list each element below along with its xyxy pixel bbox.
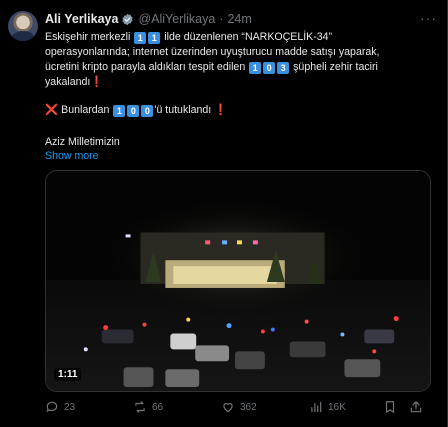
keycap-digit: 0	[263, 62, 276, 74]
video-player[interactable]: 1:11	[45, 170, 431, 392]
keycap-digit: 0	[141, 105, 154, 117]
author-handle[interactable]: @AliYerlikaya	[138, 12, 215, 26]
like-button[interactable]: 362	[221, 400, 257, 414]
exclamation-icon: ❗	[214, 104, 228, 116]
bookmark-icon	[385, 401, 395, 413]
text-line4: yakalandı	[45, 76, 91, 88]
more-icon[interactable]: ···	[420, 10, 437, 26]
text-line1-b: ilde düzenlenen “NARKOÇELİK-34”	[164, 31, 333, 43]
keycap-digit: 1	[148, 32, 161, 44]
tweet-signature: Aziz Milletimizin	[45, 136, 120, 148]
bookmark-button[interactable]	[383, 400, 397, 414]
text-line3-a: ücretini kripto parayla aldıkları tespit…	[45, 61, 246, 73]
views-count: 16K	[328, 401, 346, 413]
views-icon	[311, 401, 322, 413]
repost-icon	[135, 401, 145, 413]
tweet-text: Eskişehir merkezli 11 ilde düzenlenen “N…	[45, 30, 437, 90]
verified-badge-icon	[122, 13, 134, 25]
author-display-name[interactable]: Ali Yerlikaya	[45, 12, 118, 26]
keycap-digit: 0	[127, 105, 140, 117]
avatar[interactable]	[8, 11, 38, 41]
like-icon	[223, 403, 233, 413]
tweet-timestamp[interactable]: 24m	[227, 12, 251, 26]
repost-count: 66	[152, 401, 164, 413]
reply-count: 23	[64, 401, 76, 413]
video-duration: 1:11	[54, 368, 82, 381]
tweet-header: Ali Yerlikaya @AliYerlikaya · 24m	[45, 11, 252, 27]
views-button[interactable]: 16K	[309, 400, 346, 414]
reply-button[interactable]: 23	[45, 400, 75, 414]
share-button[interactable]	[409, 400, 423, 414]
arrest-line: ❌ Bunlardan 1 0 0'ü tutuklandı ❗	[45, 103, 227, 117]
cross-mark-icon: ❌	[45, 104, 59, 116]
video-thumbnail	[46, 171, 430, 391]
tweet-card[interactable]: Ali Yerlikaya @AliYerlikaya · 24m ··· Es…	[0, 0, 448, 427]
text-line2: operasyonlarında; internet üzerinden uyu…	[45, 46, 380, 58]
share-icon	[410, 401, 422, 413]
keycap-digit: 1	[249, 62, 262, 74]
text-line3-b: şüpheli zehir taciri	[293, 61, 378, 73]
text-line1-a: Eskişehir merkezli	[45, 31, 131, 43]
action-bar: 23 66 362 16K	[45, 400, 431, 416]
keycap-digit: 3	[277, 62, 290, 74]
show-more-link[interactable]: Show more	[45, 150, 99, 162]
keycap-digit: 1	[134, 32, 147, 44]
arrest-text-b: 'ü tutuklandı	[154, 104, 212, 116]
like-count: 362	[240, 401, 257, 413]
keycap-digit: 1	[113, 105, 126, 117]
reply-icon	[46, 401, 58, 413]
exclamation-icon: ❗	[90, 76, 104, 88]
separator-dot: ·	[219, 12, 224, 26]
repost-button[interactable]: 66	[133, 400, 163, 414]
arrest-text-a: Bunlardan	[61, 104, 110, 116]
